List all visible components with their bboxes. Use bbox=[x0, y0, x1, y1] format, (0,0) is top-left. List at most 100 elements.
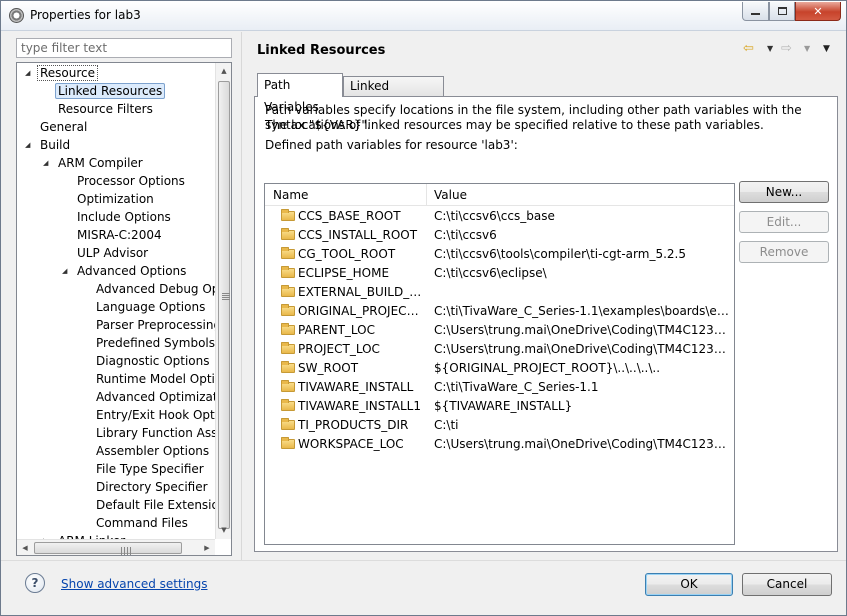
forward-dropdown-icon[interactable]: ▼ bbox=[804, 41, 810, 57]
grip-icon bbox=[222, 292, 230, 301]
panel-divider[interactable] bbox=[241, 32, 242, 560]
variable-name-cell: ORIGINAL_PROJECT_R... bbox=[281, 302, 427, 321]
tree-item[interactable]: File Type Specifier bbox=[93, 460, 207, 478]
minimize-button[interactable] bbox=[742, 2, 769, 21]
table-row[interactable]: TIVAWARE_INSTALL1 ${TIVAWARE_INSTALL} bbox=[265, 397, 734, 416]
tab-linked-resources[interactable]: Linked Resources bbox=[343, 76, 444, 111]
forward-arrow-icon[interactable]: ⇨ bbox=[781, 41, 792, 57]
tree-viewport: ◢ Resource Linked Resources Resource Filter… bbox=[17, 63, 215, 539]
tree-item-label: Parser Preprocessing C bbox=[96, 318, 215, 332]
tree-item-label: Library Function Assur bbox=[96, 426, 215, 440]
expanded-arrow-icon[interactable]: ◢ bbox=[25, 64, 35, 82]
folder-icon bbox=[281, 304, 295, 316]
defined-variables-label: Defined path variables for resource 'lab… bbox=[265, 138, 518, 152]
back-arrow-icon[interactable]: ⇦ bbox=[743, 41, 754, 57]
horizontal-scroll-thumb[interactable] bbox=[34, 542, 182, 555]
tree-vertical-scrollbar[interactable]: ▲ ▼ bbox=[215, 63, 231, 539]
tree-item[interactable]: General bbox=[37, 118, 90, 136]
column-header-name[interactable]: Name bbox=[265, 184, 427, 206]
tree-item[interactable]: ◢ Advanced Options bbox=[62, 262, 189, 280]
tree-item[interactable]: Entry/Exit Hook Option bbox=[93, 406, 215, 424]
show-advanced-settings-link[interactable]: Show advanced settings bbox=[61, 577, 208, 591]
scroll-up-icon[interactable]: ▲ bbox=[216, 63, 231, 80]
tree-item[interactable]: Parser Preprocessing C bbox=[93, 316, 215, 334]
tree-item-label: Default File Extensions bbox=[96, 498, 215, 512]
tree-item[interactable]: Default File Extensions bbox=[93, 496, 215, 514]
tree-item[interactable]: Runtime Model Option bbox=[93, 370, 215, 388]
tree-item[interactable]: Advanced Optimizatio bbox=[93, 388, 215, 406]
scroll-right-icon[interactable]: ▶ bbox=[199, 540, 215, 555]
tree-item[interactable]: Command Files bbox=[93, 514, 191, 532]
tree-item[interactable]: Resource Filters bbox=[55, 100, 156, 118]
tree-item[interactable]: Assembler Options bbox=[93, 442, 212, 460]
tree-horizontal-scrollbar[interactable]: ◀ ▶ bbox=[17, 539, 215, 555]
tree-item[interactable]: Optimization bbox=[74, 190, 157, 208]
expanded-arrow-icon[interactable]: ◢ bbox=[62, 262, 72, 280]
table-row[interactable]: TIVAWARE_INSTALL C:\ti\TivaWare_C_Series-… bbox=[265, 378, 734, 397]
path-variables-panel: Path variables specify locations in the … bbox=[254, 96, 838, 552]
cancel-button[interactable]: Cancel bbox=[742, 573, 832, 596]
folder-icon bbox=[281, 209, 295, 221]
scroll-down-icon[interactable]: ▼ bbox=[216, 522, 231, 539]
eclipse-app-icon bbox=[9, 8, 24, 23]
variable-name: SW_ROOT bbox=[298, 361, 359, 375]
tree-item[interactable]: Library Function Assur bbox=[93, 424, 215, 442]
table-row[interactable]: CCS_BASE_ROOT C:\ti\ccsv6\ccs_base bbox=[265, 207, 734, 226]
tree-item[interactable]: Linked Resources bbox=[55, 82, 166, 100]
help-question-icon[interactable]: ? bbox=[25, 573, 45, 593]
tree-item[interactable]: ◢ ARM Compiler bbox=[43, 154, 146, 172]
tree-item-label: Diagnostic Options bbox=[96, 354, 210, 368]
maximize-icon bbox=[777, 7, 787, 15]
variable-name-cell: CG_TOOL_ROOT bbox=[281, 245, 427, 264]
maximize-button[interactable] bbox=[769, 2, 795, 21]
tree-item[interactable]: ◢ Build bbox=[25, 136, 73, 154]
back-dropdown-icon[interactable]: ▼ bbox=[767, 41, 773, 57]
tree-item-label: ULP Advisor bbox=[77, 246, 149, 260]
scroll-left-icon[interactable]: ◀ bbox=[17, 540, 33, 555]
table-row[interactable]: TI_PRODUCTS_DIR C:\ti bbox=[265, 416, 734, 435]
tree-item-label: Entry/Exit Hook Option bbox=[96, 408, 215, 422]
close-button[interactable]: ✕ bbox=[795, 2, 841, 21]
tree-item[interactable]: Processor Options bbox=[74, 172, 188, 190]
filter-input[interactable] bbox=[16, 38, 232, 58]
tree-item-label: Language Options bbox=[96, 300, 206, 314]
table-row[interactable]: CCS_INSTALL_ROOT C:\ti\ccsv6 bbox=[265, 226, 734, 245]
tree-item[interactable]: MISRA-C:2004 bbox=[74, 226, 165, 244]
tree-item[interactable]: Include Options bbox=[74, 208, 174, 226]
grip-icon bbox=[121, 547, 131, 555]
remove-variable-button[interactable]: Remove bbox=[739, 241, 829, 263]
table-row[interactable]: ORIGINAL_PROJECT_R... C:\ti\TivaWare_C_Se… bbox=[265, 302, 734, 321]
ok-button[interactable]: OK bbox=[645, 573, 733, 596]
vertical-scroll-thumb[interactable] bbox=[218, 81, 230, 529]
view-menu-icon[interactable]: ▼ bbox=[823, 41, 830, 57]
variable-name: CCS_BASE_ROOT bbox=[298, 209, 401, 223]
table-row[interactable]: CG_TOOL_ROOT C:\ti\ccsv6\tools\compiler\t… bbox=[265, 245, 734, 264]
path-variables-table: Name Value CCS_BASE_ROOT C:\ti\ccsv6\ccs_… bbox=[264, 183, 735, 545]
variable-name: ECLIPSE_HOME bbox=[298, 266, 390, 280]
tree-item[interactable]: ULP Advisor bbox=[74, 244, 151, 262]
tree-item[interactable]: ▷ARM Linker bbox=[43, 532, 128, 539]
title-bar[interactable]: Properties for lab3 ✕ bbox=[1, 1, 846, 31]
new-variable-button[interactable]: New... bbox=[739, 181, 829, 203]
tab-path-variables[interactable]: Path Variables bbox=[257, 73, 343, 114]
table-row[interactable]: PARENT_LOC C:\Users\trung.mai\OneDrive\Co… bbox=[265, 321, 734, 340]
variable-name-cell: TI_PRODUCTS_DIR bbox=[281, 416, 427, 435]
expanded-arrow-icon[interactable]: ◢ bbox=[25, 136, 35, 154]
description-line-2: The locations of linked resources may be… bbox=[265, 118, 764, 132]
tree-item[interactable]: Advanced Debug Opti bbox=[93, 280, 215, 298]
tree-item[interactable]: Directory Specifier bbox=[93, 478, 211, 496]
column-header-value[interactable]: Value bbox=[427, 184, 734, 206]
tree-item[interactable]: Diagnostic Options bbox=[93, 352, 213, 370]
table-row[interactable]: WORKSPACE_LOC C:\Users\trung.mai\OneDrive… bbox=[265, 435, 734, 454]
table-row[interactable]: SW_ROOT ${ORIGINAL_PROJECT_ROOT}\..\..\..… bbox=[265, 359, 734, 378]
table-row[interactable]: EXTERNAL_BUILD_ARTI... bbox=[265, 283, 734, 302]
table-row[interactable]: PROJECT_LOC C:\Users\trung.mai\OneDrive\C… bbox=[265, 340, 734, 359]
tree-item[interactable]: Predefined Symbols bbox=[93, 334, 215, 352]
variable-name-cell: SW_ROOT bbox=[281, 359, 427, 378]
tree-item[interactable]: ◢ Resource bbox=[25, 64, 99, 82]
expanded-arrow-icon[interactable]: ◢ bbox=[43, 154, 53, 172]
table-row[interactable]: ECLIPSE_HOME C:\ti\ccsv6\eclipse\ bbox=[265, 264, 734, 283]
collapsed-arrow-icon[interactable]: ▷ bbox=[43, 532, 53, 539]
edit-variable-button[interactable]: Edit... bbox=[739, 211, 829, 233]
tree-item[interactable]: Language Options bbox=[93, 298, 208, 316]
